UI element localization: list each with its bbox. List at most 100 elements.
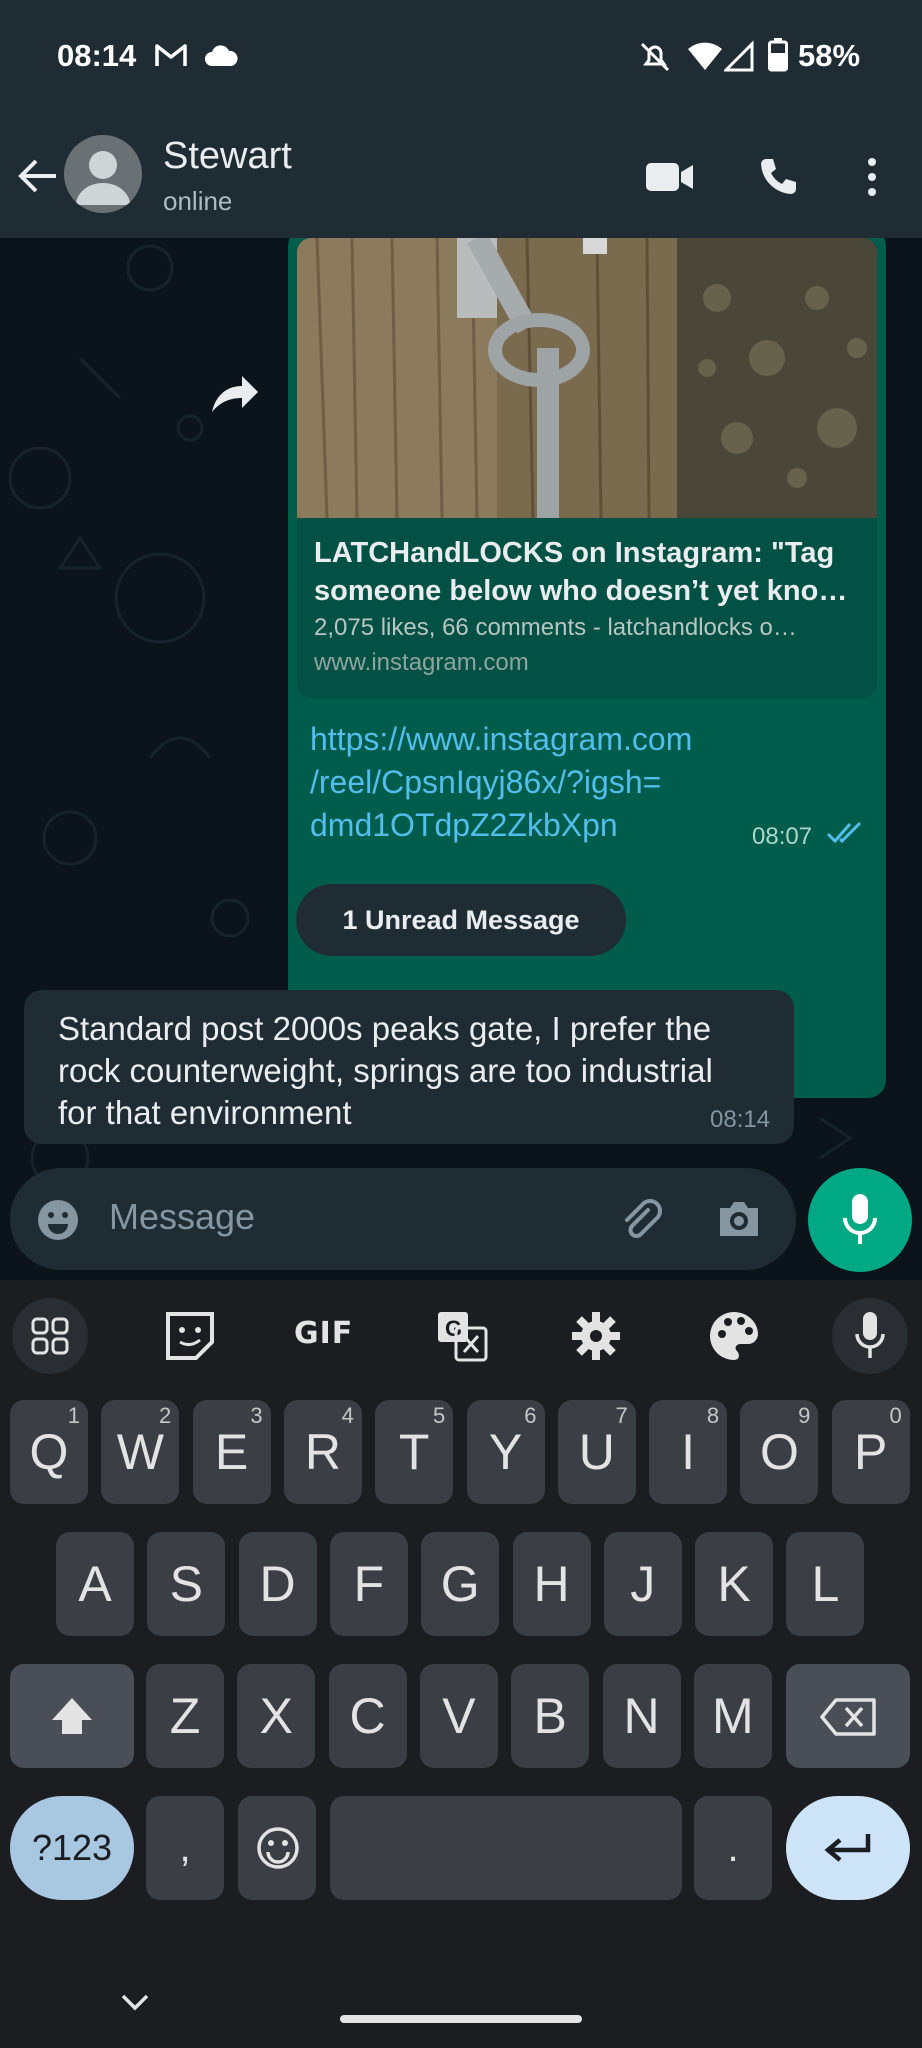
gesture-nav-handle[interactable] [340,2015,582,2023]
key-label: I [681,1424,696,1480]
link-preview-description: 2,075 likes, 66 comments - latchandlocks… [314,614,797,641]
status-bar: 08:14 58% [0,0,922,113]
key-s[interactable]: S [147,1532,226,1636]
key-j[interactable]: J [603,1532,682,1636]
key-hint: 9 [798,1403,811,1428]
link-line[interactable]: /reel/CpsnIqyj86x/?igsh= [310,761,790,804]
key-label: E [214,1424,249,1480]
key-hint: 4 [341,1403,354,1428]
status-time: 08:14 [57,38,137,73]
key-b[interactable]: B [511,1664,590,1768]
key-a[interactable]: A [56,1532,134,1636]
message-input[interactable]: Message [109,1196,255,1238]
incoming-message-bubble[interactable]: Standard post 2000s peaks gate, I prefer… [24,990,794,1144]
key-q[interactable]: Q1 [10,1400,88,1504]
cloud-icon [205,45,238,66]
key-hint: 2 [159,1403,172,1428]
enter-key[interactable] [786,1796,910,1900]
backspace-key[interactable] [786,1664,910,1768]
key-hint: 1 [67,1403,80,1428]
key-h[interactable]: H [512,1532,591,1636]
keyboard-menu-button[interactable] [12,1298,88,1374]
hide-keyboard-chevron-icon[interactable] [120,1992,150,2012]
link-preview-card[interactable]: LATCHandLOCKS on Instagram: "Tag someone… [297,238,877,698]
link-line[interactable]: https://www.instagram.com [310,718,790,761]
gmail-icon [155,44,187,66]
key-label: P [854,1424,888,1480]
key-l[interactable]: L [786,1532,865,1636]
apps-grid-icon [31,1317,69,1355]
key-label: T [398,1424,430,1480]
chat-header: Stewart online [0,113,922,238]
key-x[interactable]: X [237,1664,316,1768]
message-timestamp: 08:14 [710,1106,771,1133]
key-label: O [759,1424,799,1480]
keyboard-voice-button[interactable] [832,1298,908,1374]
contact-name[interactable]: Stewart [163,135,292,178]
key-y[interactable]: Y6 [466,1400,545,1504]
avatar[interactable] [64,135,142,213]
key-hint: 0 [889,1403,902,1428]
battery-percentage: 58% [798,38,861,73]
symbols-key[interactable]: ?123 [10,1796,134,1900]
message-link[interactable]: https://www.instagram.com /reel/CpsnIqyj… [310,718,790,847]
period-key[interactable]: . [694,1796,772,1900]
video-call-icon[interactable] [646,161,694,193]
key-r[interactable]: R4 [283,1400,362,1504]
key-p[interactable]: P0 [831,1400,910,1504]
on-screen-keyboard: GIF G Q1W2E3R4T5Y6U7I8O9P0 ASDFGHJKL Z X… [0,1280,922,2048]
settings-gear-icon[interactable] [566,1306,626,1366]
key-t[interactable]: T5 [375,1400,454,1504]
message-line: rock counterweight, springs are too indu… [58,1052,713,1089]
key-v[interactable]: V [419,1664,498,1768]
camera-icon[interactable] [716,1198,762,1240]
key-hint: 8 [706,1403,720,1428]
forward-icon[interactable] [204,364,264,424]
gif-button[interactable]: GIF [294,1316,353,1351]
shift-icon [52,1698,92,1734]
key-w[interactable]: W2 [101,1400,180,1504]
wifi-icon [688,42,722,70]
message-line: Standard post 2000s peaks gate, I prefer… [58,1010,712,1047]
more-options-icon[interactable] [862,157,882,197]
key-f[interactable]: F [329,1532,408,1636]
key-m[interactable]: M [693,1664,772,1768]
key-n[interactable]: N [602,1664,681,1768]
message-composer[interactable]: Message [10,1168,796,1270]
key-o[interactable]: O9 [740,1400,819,1504]
signal-icon [724,40,754,72]
key-e[interactable]: E3 [192,1400,271,1504]
key-d[interactable]: D [238,1532,317,1636]
preview-title-line: LATCHandLOCKS on Instagram: "Tag [314,537,835,569]
enter-icon [824,1834,871,1862]
link-preview-image[interactable] [297,238,877,518]
shift-key[interactable] [10,1664,134,1768]
microphone-icon [855,1312,885,1358]
comma-key[interactable]: , [146,1796,224,1900]
link-line[interactable]: dmd1OTdpZ2ZkbXpn [310,804,790,847]
chat-messages[interactable]: LATCHandLOCKS on Instagram: "Tag someone… [0,238,922,1280]
theme-palette-icon[interactable] [704,1306,764,1366]
key-i[interactable]: I8 [649,1400,728,1504]
key-label: U [578,1424,615,1480]
voice-call-icon[interactable] [758,157,798,197]
attach-icon[interactable] [618,1196,666,1244]
key-c[interactable]: C [328,1664,407,1768]
key-k[interactable]: K [695,1532,774,1636]
key-label: W [116,1424,164,1480]
back-arrow-icon[interactable] [16,156,58,196]
key-g[interactable]: G [421,1532,500,1636]
contact-status: online [163,186,233,216]
space-key[interactable] [330,1796,682,1900]
battery-icon [768,38,788,72]
key-z[interactable]: Z [146,1664,224,1768]
link-preview-title: LATCHandLOCKS on Instagram: "Tag someone… [314,534,864,610]
unread-messages-divider: 1 Unread Message [296,884,626,956]
voice-message-button[interactable] [808,1168,912,1272]
default-avatar-icon [76,151,130,205]
translate-icon[interactable]: G [432,1306,492,1366]
sticker-icon[interactable] [160,1306,220,1366]
emoji-icon[interactable] [36,1198,80,1242]
emoji-key[interactable] [238,1796,316,1900]
key-u[interactable]: U7 [557,1400,636,1504]
